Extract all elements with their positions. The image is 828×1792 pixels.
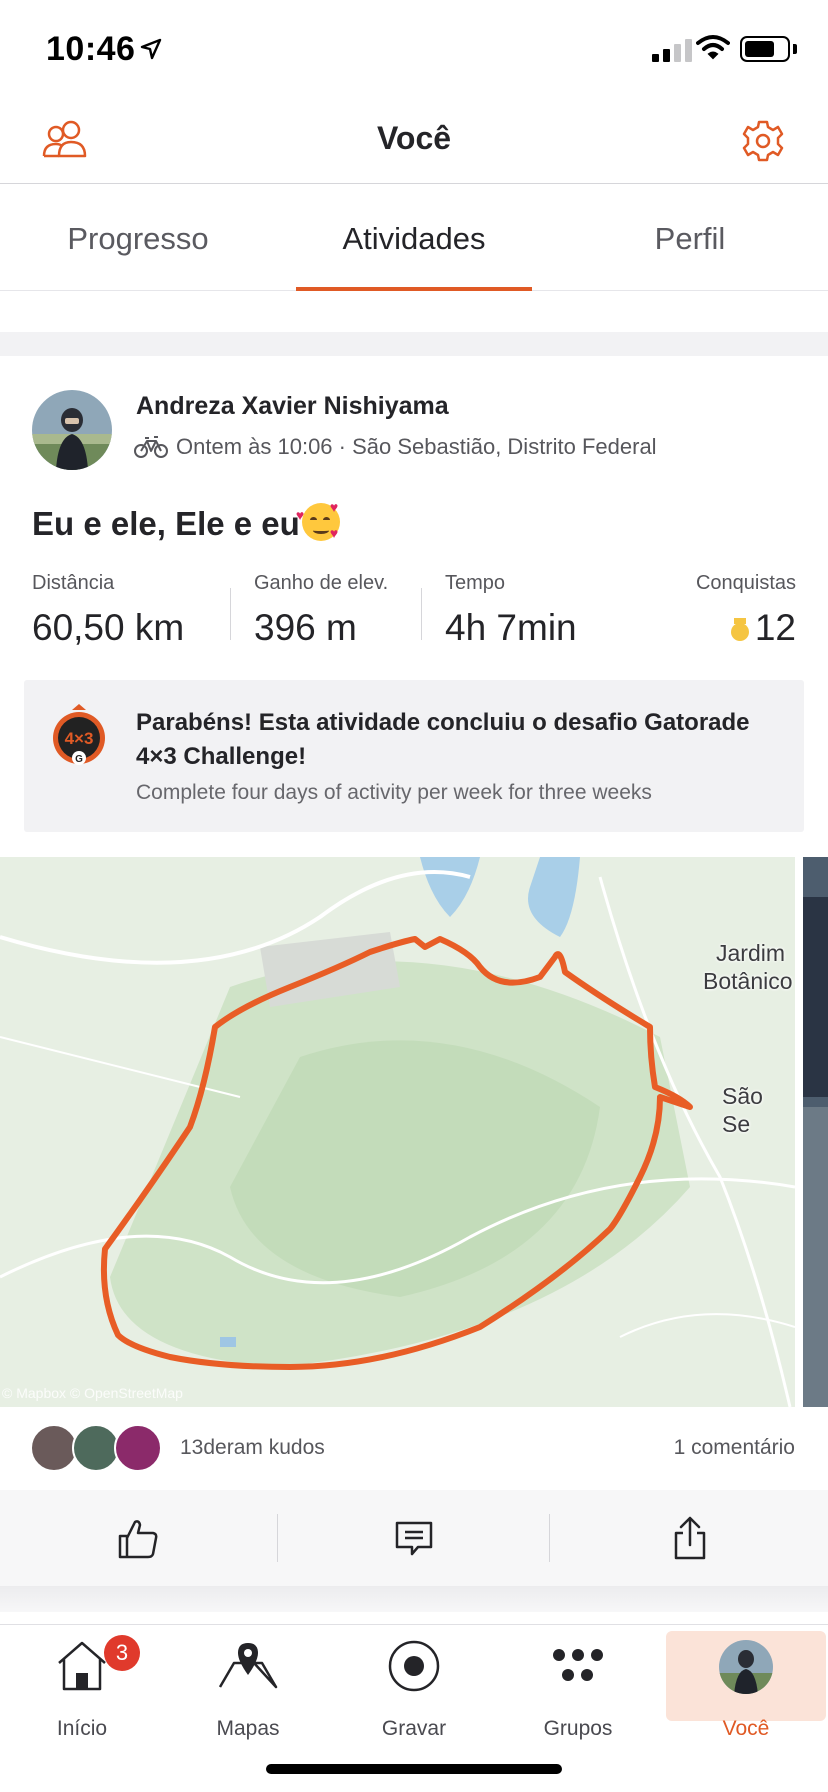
stat-value: 60,50 km bbox=[32, 607, 185, 648]
kudos-button[interactable] bbox=[0, 1490, 276, 1586]
stat-value: 12 bbox=[754, 607, 796, 648]
action-bar bbox=[0, 1490, 828, 1586]
wifi-icon bbox=[696, 35, 730, 60]
kudo-avatar bbox=[114, 1424, 162, 1472]
activity-title[interactable]: Eu e ele, Ele e eu ♥ ♥ ♥ bbox=[32, 499, 340, 543]
athlete-name[interactable]: Andreza Xavier Nishiyama bbox=[136, 392, 449, 421]
stat-achievements: Conquistas 12 bbox=[696, 572, 796, 649]
activity-meta: Ontem às 10:06 · São Sebastião, Distrito… bbox=[176, 434, 657, 459]
map-label: São Se bbox=[722, 1083, 763, 1137]
stat-label: Distância bbox=[32, 572, 115, 594]
record-icon bbox=[388, 1640, 440, 1692]
share-icon bbox=[674, 1516, 706, 1560]
stat-label: Tempo bbox=[445, 572, 506, 594]
stat-elevation: Ganho de elev. 396 m bbox=[254, 572, 388, 649]
map-canvas bbox=[0, 857, 795, 1407]
stat-label: Conquistas bbox=[695, 572, 796, 594]
challenge-title: Parabéns! Esta atividade concluiu o desa… bbox=[136, 709, 750, 770]
tabbar-label: Você bbox=[722, 1717, 770, 1740]
share-button[interactable] bbox=[552, 1490, 828, 1586]
stat-value: 396 m bbox=[254, 607, 357, 648]
stat-time: Tempo 4h 7min bbox=[445, 572, 577, 649]
tabbar-label: Gravar bbox=[381, 1717, 447, 1740]
battery-icon bbox=[740, 36, 790, 62]
tabbar-label: Mapas bbox=[216, 1717, 280, 1740]
challenge-description: Complete four days of activity per week … bbox=[136, 781, 652, 804]
groups-icon bbox=[553, 1649, 603, 1681]
activity-photo[interactable] bbox=[803, 857, 828, 1407]
tabbar-item-inicio[interactable]: 3 Início bbox=[2, 1631, 162, 1740]
challenge-banner[interactable]: 4×3 G Parabéns! Esta atividade concluiu … bbox=[24, 680, 804, 832]
map-attribution[interactable]: © Mapbox © OpenStreetMap bbox=[2, 1385, 183, 1401]
section-divider bbox=[0, 332, 828, 356]
kudo-avatar bbox=[72, 1424, 120, 1472]
medal-icon bbox=[730, 618, 749, 642]
kudos-row[interactable]: 13deram kudos 1 comentário bbox=[0, 1420, 828, 1480]
tabbar-item-voce[interactable]: Você bbox=[666, 1631, 826, 1740]
svg-text:G: G bbox=[75, 754, 83, 765]
svg-text:4×3: 4×3 bbox=[65, 729, 94, 748]
activity-map[interactable]: Jardim Botânico São Se © Mapbox © OpenSt… bbox=[0, 857, 795, 1407]
comments-count[interactable]: 1 comentário bbox=[674, 1436, 795, 1460]
tabbar-item-grupos[interactable]: Grupos bbox=[498, 1631, 658, 1740]
tab-atividades[interactable]: Atividades bbox=[276, 185, 552, 291]
avatar bbox=[719, 1640, 773, 1694]
tab-progresso[interactable]: Progresso bbox=[0, 185, 276, 290]
comment-icon bbox=[395, 1521, 433, 1556]
tabbar-label: Início bbox=[56, 1717, 108, 1740]
home-indicator bbox=[266, 1764, 562, 1774]
kudos-count[interactable]: 13deram kudos bbox=[180, 1436, 325, 1460]
cellular-signal-icon bbox=[652, 38, 692, 62]
map-label: Jardim bbox=[716, 940, 786, 966]
status-bar: 10:46 bbox=[0, 0, 828, 100]
bike-icon bbox=[134, 436, 168, 458]
tabbar-label: Grupos bbox=[543, 1717, 613, 1740]
smiling-face-with-hearts-icon: ♥ ♥ ♥ bbox=[295, 499, 340, 541]
athlete-avatar[interactable] bbox=[32, 390, 112, 470]
comment-button[interactable] bbox=[276, 1490, 552, 1586]
page-header: Você bbox=[0, 100, 828, 184]
home-icon bbox=[58, 1641, 106, 1691]
tab-bar: Progresso Atividades Perfil bbox=[0, 185, 828, 291]
stat-value: 4h 7min bbox=[445, 607, 577, 648]
tab-perfil[interactable]: Perfil bbox=[552, 185, 828, 290]
challenge-badge-icon: 4×3 G bbox=[53, 704, 105, 765]
tabbar-item-gravar[interactable]: Gravar bbox=[334, 1631, 494, 1740]
activity-title-text: Eu e ele, Ele e eu bbox=[32, 505, 300, 542]
notification-badge: 3 bbox=[104, 1635, 140, 1671]
map-icon bbox=[218, 1643, 278, 1689]
page-title: Você bbox=[376, 120, 452, 156]
thumbs-up-icon bbox=[118, 1520, 158, 1559]
map-label: Botânico bbox=[703, 968, 793, 994]
gear-icon[interactable] bbox=[740, 118, 786, 164]
location-arrow-icon bbox=[140, 38, 162, 60]
stat-label: Ganho de elev. bbox=[254, 572, 389, 594]
tabbar-item-mapas[interactable]: Mapas bbox=[168, 1631, 328, 1740]
status-time: 10:46 bbox=[46, 30, 136, 68]
activity-stats: Distância 60,50 km Ganho de elev. 396 m … bbox=[0, 572, 828, 652]
kudo-avatar bbox=[30, 1424, 78, 1472]
stat-distance: Distância 60,50 km bbox=[32, 572, 184, 649]
